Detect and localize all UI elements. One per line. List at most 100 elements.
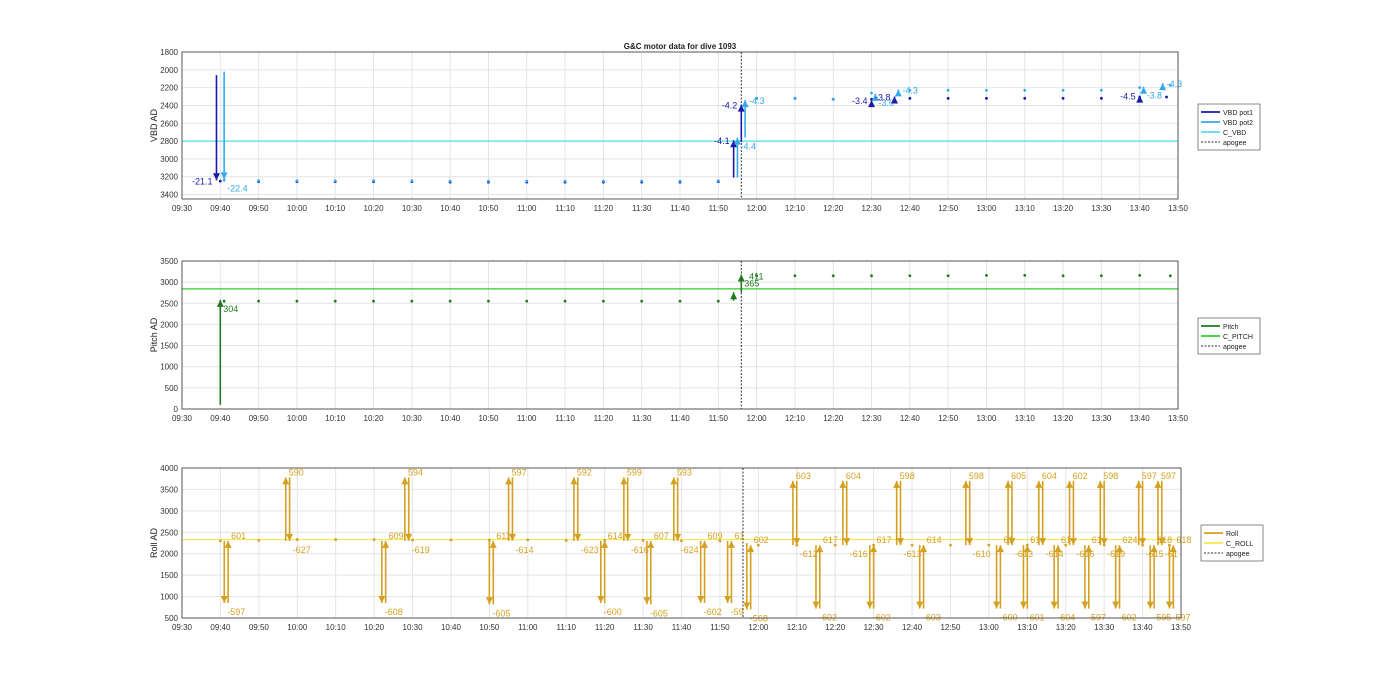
x-tick-label: 10:00 <box>287 204 308 213</box>
event-label: 609 <box>389 531 404 541</box>
data-point <box>257 179 261 183</box>
x-tick-label: 11:00 <box>517 414 537 423</box>
x-tick-label: 09:30 <box>172 623 193 632</box>
event-label: 604 <box>1042 471 1057 481</box>
x-tick-label: 12:30 <box>864 623 885 632</box>
x-tick-label: 12:50 <box>938 204 959 213</box>
event-label: 605 <box>1011 471 1026 481</box>
x-tick-label: 13:50 <box>1168 204 1189 213</box>
event-label: 602 <box>754 535 769 545</box>
data-point <box>831 274 835 278</box>
data-point <box>333 179 337 183</box>
event-label: -600 <box>1000 613 1018 623</box>
event-label: -603 <box>923 613 941 623</box>
data-point <box>987 543 991 547</box>
event-label: -4.3 <box>902 85 918 95</box>
x-tick-label: 11:40 <box>670 204 690 213</box>
x-tick-label: 11:50 <box>709 414 729 423</box>
data-point <box>1023 88 1027 92</box>
data-point <box>1061 88 1065 92</box>
event-label: -3.8 <box>875 93 891 103</box>
x-tick-label: 09:40 <box>210 414 231 423</box>
x-tick-label: 11:40 <box>672 623 692 632</box>
event-label: 607 <box>654 531 669 541</box>
y-tick-label: 500 <box>165 384 179 393</box>
x-tick-label: 12:00 <box>748 623 769 632</box>
event-label: 617 <box>823 535 838 545</box>
data-point <box>1023 96 1027 100</box>
data-point <box>678 179 682 183</box>
y-tick-label: 3500 <box>160 257 178 266</box>
data-point <box>678 299 682 303</box>
x-tick-label: 12:10 <box>787 623 808 632</box>
event-label: 598 <box>1103 471 1118 481</box>
x-tick-label: 13:50 <box>1168 414 1189 423</box>
event-label: -4.4 <box>740 142 756 152</box>
x-tick-label: 13:30 <box>1091 414 1112 423</box>
event-label: 599 <box>627 467 642 477</box>
data-point <box>870 274 873 278</box>
x-tick-label: 12:10 <box>785 204 806 213</box>
y-tick-label: 1000 <box>160 363 178 372</box>
x-tick-label: 11:20 <box>594 204 614 213</box>
event-label: -4.3 <box>1167 79 1183 89</box>
data-point <box>372 179 375 183</box>
event-label: -4.3 <box>749 96 765 106</box>
x-tick-label: 12:30 <box>862 414 883 423</box>
y-tick-label: 1000 <box>160 593 178 602</box>
data-point <box>525 299 529 303</box>
event-label: 624 <box>1123 535 1138 545</box>
x-tick-label: 11:40 <box>670 414 690 423</box>
event-label: -597 <box>227 607 245 617</box>
legend-label: C_VBD <box>1223 130 1246 137</box>
y-tick-label: 4000 <box>160 464 178 473</box>
x-tick-label: 10:30 <box>402 414 423 423</box>
x-tick-label: 13:20 <box>1053 204 1074 213</box>
figure-title: G&C motor data for dive 1093 <box>624 42 737 51</box>
y-tick-label: 2000 <box>160 320 178 329</box>
event-label: 602 <box>1073 471 1088 481</box>
x-tick-label: 11:10 <box>555 414 575 423</box>
event-label: -3.4 <box>852 96 868 106</box>
y-tick-label: 1800 <box>160 48 178 57</box>
event-label: -616 <box>850 549 868 559</box>
x-tick-label: 10:20 <box>364 623 385 632</box>
event-label: -612 <box>800 549 818 559</box>
y-tick-label: 2000 <box>160 66 178 75</box>
data-point <box>1168 274 1172 278</box>
data-point <box>640 299 644 303</box>
event-label: 617 <box>877 535 892 545</box>
data-point <box>601 299 605 303</box>
x-tick-label: 10:10 <box>326 623 347 632</box>
data-point <box>487 179 490 183</box>
legend-label: apogee <box>1223 344 1246 351</box>
x-tick-label: 11:00 <box>518 623 538 632</box>
x-tick-label: 13:40 <box>1130 204 1151 213</box>
x-tick-label: 13:30 <box>1091 204 1112 213</box>
x-tick-label: 11:30 <box>633 623 653 632</box>
x-tick-label: 09:30 <box>172 204 193 213</box>
x-tick-label: 11:50 <box>710 623 730 632</box>
event-label: 61 <box>734 531 744 541</box>
event-label: -616 <box>631 545 649 555</box>
data-point <box>640 179 644 183</box>
x-tick-label: 10:50 <box>478 414 499 423</box>
x-tick-label: 11:50 <box>709 204 729 213</box>
roll-panel: 09:30 09:40 09:50 10:00 10:10 10:20 10:30 10:40… <box>149 464 1264 632</box>
x-tick-label: 12:50 <box>938 414 959 423</box>
x-tick-label: 12:50 <box>940 623 961 632</box>
y-tick-label: 2500 <box>160 299 178 308</box>
x-tick-label: 10:40 <box>441 623 462 632</box>
data-point <box>1099 88 1103 92</box>
legend: Roll C_ROLLapogee <box>1200 524 1264 562</box>
y-tick-label: 2500 <box>160 528 178 537</box>
data-point <box>219 539 222 543</box>
data-point <box>793 96 797 100</box>
vbd-panel: 09:30 09:40 09:50 10:00 10:10 10:20 10:30 10:40… <box>149 48 1261 213</box>
y-tick-label: 1500 <box>160 342 178 351</box>
x-tick-label: 12:40 <box>902 623 923 632</box>
y-tick-label: 1500 <box>160 571 178 580</box>
event-label: -4.1 <box>714 136 730 146</box>
y-tick-label: 2200 <box>160 84 178 93</box>
event-label: -568 <box>750 613 768 623</box>
